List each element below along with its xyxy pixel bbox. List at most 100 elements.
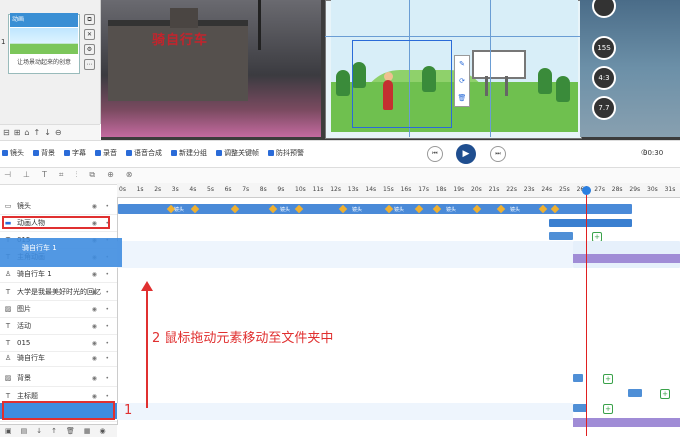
dragged-layer-highlight[interactable] bbox=[0, 238, 122, 267]
tool-camera[interactable]: 镜头 bbox=[2, 148, 24, 158]
delete-icon[interactable]: ⊗ bbox=[126, 170, 133, 180]
align-center-icon[interactable]: ⊥ bbox=[23, 170, 30, 180]
move-down-icon[interactable]: ↓ bbox=[36, 427, 42, 435]
edit-icon[interactable]: ✎ bbox=[459, 60, 465, 68]
duration-button[interactable]: 15S bbox=[592, 36, 616, 60]
layer-row[interactable]: T 活动 ◉ • bbox=[0, 318, 117, 335]
copy-icon[interactable]: ⧉ bbox=[89, 170, 95, 180]
lock-icon[interactable]: • bbox=[105, 340, 109, 347]
layer-row[interactable]: ♙ 骑自行车 1 ◉ • bbox=[0, 266, 117, 283]
lock-icon[interactable]: • bbox=[105, 306, 109, 313]
delete-icon[interactable]: 🗑 bbox=[458, 94, 467, 102]
playhead-handle[interactable] bbox=[582, 186, 591, 195]
move-down-icon[interactable]: ↓ bbox=[44, 128, 51, 137]
delete-icon[interactable]: ✕ bbox=[84, 29, 95, 40]
tool-background[interactable]: 背景 bbox=[33, 148, 55, 158]
camera-segment-label: 镜头 bbox=[510, 207, 521, 213]
text-icon[interactable]: T bbox=[42, 170, 47, 180]
layer-row[interactable]: ▭ 镜头 ◉ • bbox=[0, 198, 117, 215]
clip-bar[interactable] bbox=[573, 404, 587, 412]
settings-icon[interactable]: ⚙ bbox=[84, 44, 95, 55]
copy-icon[interactable]: ⧉ bbox=[84, 14, 95, 25]
thumbnail-side-tools: ⧉ ✕ ⚙ ⋯ bbox=[84, 14, 96, 74]
previous-frame-button[interactable]: ⏮ bbox=[427, 146, 443, 162]
keyframe-icon bbox=[216, 150, 222, 156]
clip-bar[interactable] bbox=[628, 389, 642, 397]
selection-box[interactable] bbox=[352, 40, 452, 128]
lock-icon[interactable]: • bbox=[105, 393, 109, 400]
tool-subtitle[interactable]: 字幕 bbox=[64, 148, 86, 158]
keyframe-icon[interactable]: + bbox=[603, 374, 613, 384]
tool-record[interactable]: 录音 bbox=[95, 148, 117, 158]
keyframe-icon[interactable]: + bbox=[660, 389, 670, 399]
scene-title-text[interactable]: 骑自行车 bbox=[152, 29, 208, 48]
layer-row[interactable]: ♙ 骑自行车 ◉ • bbox=[0, 350, 117, 367]
tool-new-group[interactable]: 新建分组 bbox=[171, 148, 207, 158]
visibility-icon[interactable]: ◉ bbox=[92, 306, 97, 313]
image-icon: ▨ bbox=[4, 305, 12, 313]
aspect-ratio-button[interactable]: 4:3 bbox=[592, 66, 616, 90]
visibility-icon[interactable]: ◉ bbox=[92, 323, 97, 330]
tool-keyframes[interactable]: 调整关键帧 bbox=[216, 148, 259, 158]
layer-row[interactable]: ▨ 图片 ◉ • bbox=[0, 301, 117, 318]
move-up-icon[interactable]: ↑ bbox=[51, 427, 57, 435]
visibility-icon[interactable]: ◉ bbox=[92, 393, 97, 400]
clip-bar-purple[interactable] bbox=[573, 418, 680, 427]
crop-icon[interactable]: ⌗ bbox=[59, 170, 64, 180]
tool-stabilize[interactable]: 防抖预警 bbox=[268, 148, 304, 158]
visibility-icon[interactable]: ◉ bbox=[92, 375, 97, 382]
camera-segment-label: 镜头 bbox=[394, 207, 405, 213]
keyframe-icon[interactable]: + bbox=[603, 404, 613, 414]
split-icon[interactable]: ⫶ bbox=[75, 170, 77, 180]
duplicate-icon[interactable]: ⊞ bbox=[14, 128, 21, 137]
tree bbox=[538, 68, 552, 94]
source-layer-outline bbox=[2, 401, 115, 420]
playhead-line[interactable] bbox=[586, 186, 587, 436]
clip-bar-purple[interactable] bbox=[573, 254, 680, 263]
folder-icon[interactable]: ▤ bbox=[21, 427, 28, 435]
home-icon[interactable]: ⌂ bbox=[24, 128, 29, 137]
visibility-icon[interactable]: ◉ bbox=[92, 355, 97, 362]
zoom-icon[interactable]: ⊕ bbox=[107, 170, 114, 180]
merge-icon[interactable]: ▦ bbox=[84, 427, 91, 435]
track-background bbox=[117, 403, 573, 420]
thumbnail-toolbar: ⊟ ⊞ ⌂ ↑ ↓ ⊖ bbox=[0, 124, 100, 140]
tool-tts[interactable]: 语音合成 bbox=[126, 148, 162, 158]
group-clip-bar[interactable] bbox=[549, 219, 632, 227]
ruler-tick: 4s bbox=[189, 186, 197, 193]
next-frame-button[interactable]: ⏭ bbox=[490, 146, 506, 162]
visibility-icon[interactable]: ◉ bbox=[92, 203, 97, 210]
camera-segment-label: 镜头 bbox=[352, 207, 363, 213]
align-left-icon[interactable]: ⊣ bbox=[4, 170, 11, 180]
lock-icon[interactable]: • bbox=[105, 289, 109, 296]
new-slide-icon[interactable]: ⊟ bbox=[3, 128, 10, 137]
warning-icon bbox=[268, 150, 274, 156]
clip-bar[interactable] bbox=[549, 232, 573, 240]
lock-icon[interactable]: • bbox=[105, 375, 109, 382]
visibility-icon[interactable]: ◉ bbox=[92, 271, 97, 278]
transition-icon[interactable]: ⊖ bbox=[55, 128, 62, 137]
move-up-icon[interactable]: ↑ bbox=[33, 128, 40, 137]
delete-icon[interactable]: 🗑 bbox=[66, 427, 75, 435]
layer-row[interactable]: ▨ 背景 ◉ • bbox=[0, 370, 117, 387]
visibility-icon[interactable]: ◉ bbox=[92, 289, 97, 296]
ruler-tick: 8s bbox=[259, 186, 267, 193]
eye-icon[interactable]: ◉ bbox=[100, 427, 106, 435]
ratio-button[interactable]: 7.7 bbox=[592, 96, 616, 120]
lock-icon[interactable]: • bbox=[105, 323, 109, 330]
camera-icon bbox=[2, 150, 8, 156]
lock-icon[interactable]: • bbox=[105, 271, 109, 278]
lock-icon[interactable]: • bbox=[105, 203, 109, 210]
clip-bar[interactable] bbox=[573, 374, 583, 382]
text-icon: T bbox=[5, 339, 11, 347]
layer-row[interactable]: T 大学是我最美好时光的回忆 ◉ • bbox=[0, 284, 117, 301]
text-icon: T bbox=[5, 322, 11, 330]
add-layer-icon[interactable]: ▣ bbox=[5, 427, 12, 435]
replace-icon[interactable]: ⟳ bbox=[459, 77, 465, 85]
play-button[interactable]: ▶ bbox=[456, 144, 476, 164]
ruler-tick: 7s bbox=[242, 186, 250, 193]
more-icon[interactable]: ⋯ bbox=[84, 59, 95, 70]
visibility-icon[interactable]: ◉ bbox=[92, 340, 97, 347]
lock-icon[interactable]: • bbox=[105, 355, 109, 362]
ruler-tick: 10s bbox=[295, 186, 306, 193]
